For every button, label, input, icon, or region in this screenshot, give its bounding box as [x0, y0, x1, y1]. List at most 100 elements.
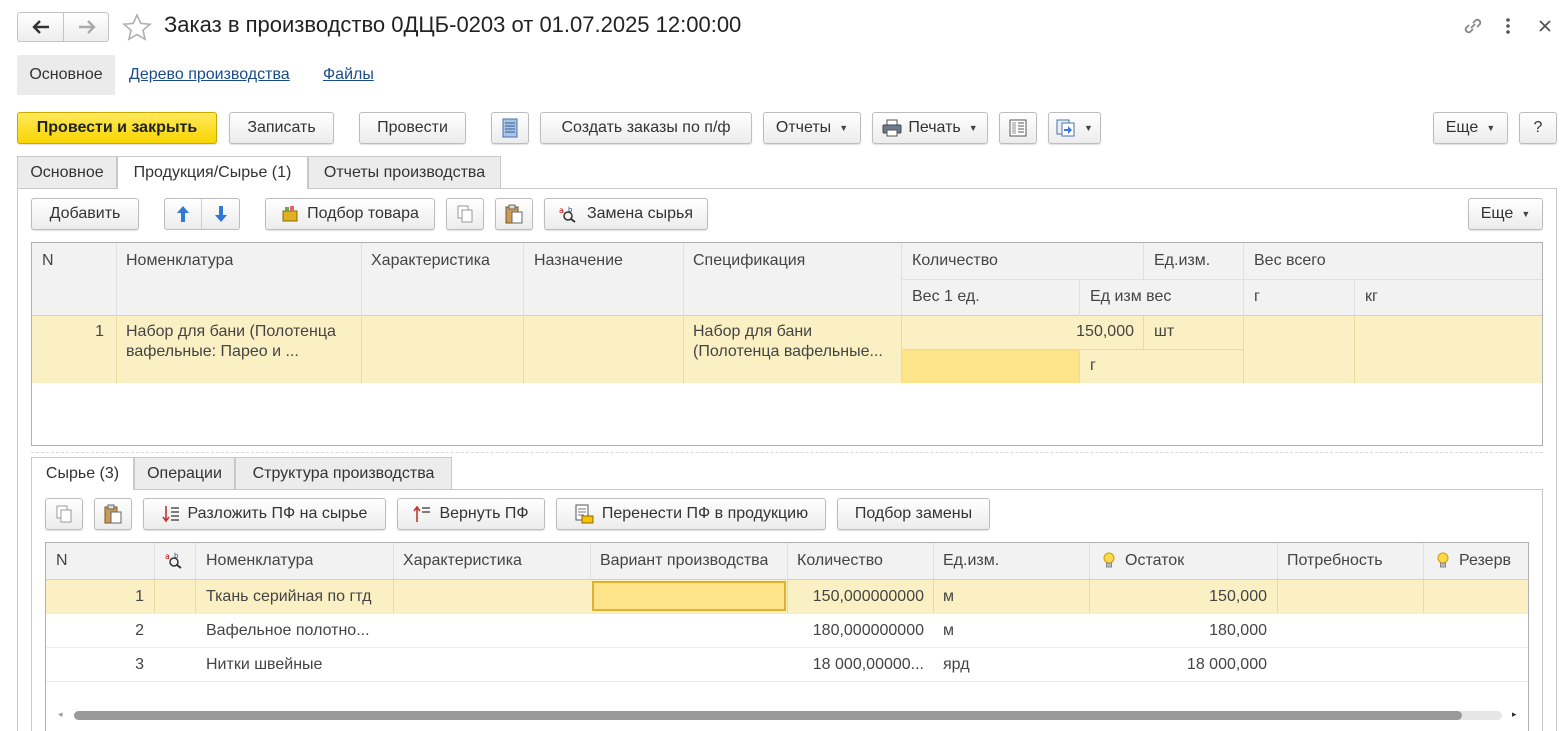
raw-col-nomenclature[interactable]: Номенклатура — [206, 552, 313, 570]
raw-paste-button[interactable] — [94, 498, 132, 530]
col-spec[interactable]: Спецификация — [693, 252, 805, 270]
col-weight-unit[interactable]: Ед изм вес — [1090, 288, 1171, 306]
tab-raw[interactable]: Сырье (3) — [31, 457, 134, 490]
panel-splitter[interactable] — [31, 452, 1543, 453]
print-button[interactable]: Печать ▼ — [872, 112, 988, 144]
link-icon[interactable] — [1462, 16, 1484, 36]
lightbulb-icon — [1437, 552, 1449, 568]
save-button[interactable]: Записать — [229, 112, 334, 144]
row-nomenclature-line1: Набор для бани (Полотенца — [126, 323, 336, 340]
raw-col-characteristic[interactable]: Характеристика — [403, 552, 522, 570]
col-unit[interactable]: Ед.изм. — [1154, 252, 1210, 270]
tab-structure[interactable]: Структура производства — [235, 457, 452, 489]
scrollbar-thumb[interactable] — [74, 711, 1462, 720]
raw-copy-button[interactable] — [45, 498, 83, 530]
tab-operations[interactable]: Операции — [134, 457, 235, 489]
replacement-search-icon[interactable]: a b — [165, 551, 185, 569]
raw-row-nomenclature: Ткань серийная по гтд — [206, 588, 372, 605]
close-icon[interactable] — [1538, 19, 1552, 33]
help-button[interactable]: ? — [1519, 112, 1557, 144]
raw-col-need[interactable]: Потребность — [1287, 552, 1383, 570]
create-orders-label: Создать заказы по п/ф — [561, 119, 731, 136]
reports-button[interactable]: Отчеты ▼ — [763, 112, 861, 144]
lightbulb-icon — [1103, 552, 1115, 568]
scroll-right-icon[interactable]: ▸ — [1512, 709, 1517, 720]
tab-products[interactable]: Продукция/Сырье (1) — [117, 156, 308, 189]
variant-cell-active[interactable] — [592, 581, 786, 611]
pick-goods-button[interactable]: Подбор товара — [265, 198, 435, 230]
paste-icon — [104, 504, 122, 524]
product-more-label: Еще — [1480, 205, 1514, 222]
decompose-button[interactable]: Разложить ПФ на сырье — [143, 498, 386, 530]
raw-row-stock: 18 000,000 — [1186, 656, 1267, 673]
raw-row-unit: ярд — [943, 656, 970, 673]
raw-col-n[interactable]: N — [56, 552, 68, 570]
nav-files[interactable]: Файлы — [323, 66, 374, 84]
copy-icon — [457, 205, 473, 223]
document-stack-icon — [502, 118, 518, 138]
return-pf-label: Вернуть ПФ — [439, 505, 529, 522]
report-icon — [1009, 119, 1027, 137]
more-button[interactable]: Еще ▼ — [1433, 112, 1508, 144]
scroll-left-icon[interactable]: ◂ — [58, 709, 63, 720]
tab-main[interactable]: Основное — [17, 156, 117, 188]
tab-production-reports-label: Отчеты производства — [323, 163, 486, 181]
col-weight-kg[interactable]: кг — [1365, 288, 1378, 306]
raw-col-stock[interactable]: Остаток — [1125, 552, 1184, 570]
row-qty: 150,000 — [1076, 323, 1134, 340]
raw-row-unit: м — [943, 588, 954, 605]
raw-row-nomenclature: Нитки швейные — [206, 656, 323, 673]
create-orders-button[interactable]: Создать заказы по п/ф — [540, 112, 752, 144]
col-n[interactable]: N — [42, 252, 54, 270]
horizontal-scrollbar[interactable] — [74, 711, 1502, 720]
transfer-document-icon — [575, 504, 594, 524]
post-and-close-button[interactable]: Провести и закрыть — [17, 112, 217, 144]
chevron-down-icon: ▼ — [1521, 209, 1531, 219]
paste-button[interactable] — [495, 198, 533, 230]
structure-button[interactable] — [491, 112, 529, 144]
forward-button[interactable] — [64, 13, 109, 41]
favorite-star-icon[interactable] — [122, 13, 152, 41]
raw-col-variant[interactable]: Вариант производства — [600, 552, 768, 570]
transfer-pf-button[interactable]: Перенести ПФ в продукцию — [556, 498, 826, 530]
nav-production-tree[interactable]: Дерево производства — [129, 66, 290, 84]
reports-label: Отчеты — [775, 119, 832, 136]
copy-button[interactable] — [446, 198, 484, 230]
paste-icon — [505, 204, 523, 224]
col-qty[interactable]: Количество — [912, 252, 998, 270]
raw-col-reserve[interactable]: Резерв — [1459, 552, 1511, 570]
chevron-down-icon: ▼ — [1084, 123, 1093, 133]
col-weight-total[interactable]: Вес всего — [1254, 252, 1326, 270]
col-purpose[interactable]: Назначение — [534, 252, 623, 270]
weight-per-cell-active[interactable] — [902, 350, 1079, 383]
transfer-pf-label: Перенести ПФ в продукцию — [601, 505, 809, 522]
tab-operations-label: Операции — [147, 464, 222, 482]
col-characteristic[interactable]: Характеристика — [371, 252, 490, 270]
nav-main[interactable]: Основное — [17, 55, 115, 95]
product-more-button[interactable]: Еще ▼ — [1468, 198, 1543, 230]
add-button[interactable]: Добавить — [31, 198, 139, 230]
more-vertical-icon[interactable] — [1502, 16, 1514, 36]
related-docs-button[interactable]: ▼ — [1048, 112, 1101, 144]
svg-text:a: a — [559, 206, 564, 215]
col-nomenclature[interactable]: Номенклатура — [126, 252, 233, 270]
post-button[interactable]: Провести — [359, 112, 466, 144]
move-down-button[interactable] — [202, 199, 239, 229]
back-button[interactable] — [18, 13, 64, 41]
chevron-down-icon: ▼ — [1486, 123, 1496, 133]
replace-raw-button[interactable]: a b Замена сырья — [544, 198, 708, 230]
help-label: ? — [1533, 119, 1543, 136]
raw-row-nomenclature: Вафельное полотно... — [206, 622, 370, 639]
raw-col-unit[interactable]: Ед.изм. — [943, 552, 999, 570]
col-weight-per[interactable]: Вес 1 ед. — [912, 288, 980, 306]
return-pf-button[interactable]: Вернуть ПФ — [397, 498, 545, 530]
report-view-button[interactable] — [999, 112, 1037, 144]
add-label: Добавить — [49, 205, 121, 222]
raw-col-qty[interactable]: Количество — [797, 552, 883, 570]
col-weight-g[interactable]: г — [1254, 288, 1260, 306]
move-up-button[interactable] — [165, 199, 202, 229]
window-title: Заказ в производство 0ДЦБ-0203 от 01.07.… — [164, 12, 742, 37]
copy-icon — [56, 505, 72, 523]
pick-replacement-button[interactable]: Подбор замены — [837, 498, 990, 530]
tab-production-reports[interactable]: Отчеты производства — [308, 156, 501, 188]
